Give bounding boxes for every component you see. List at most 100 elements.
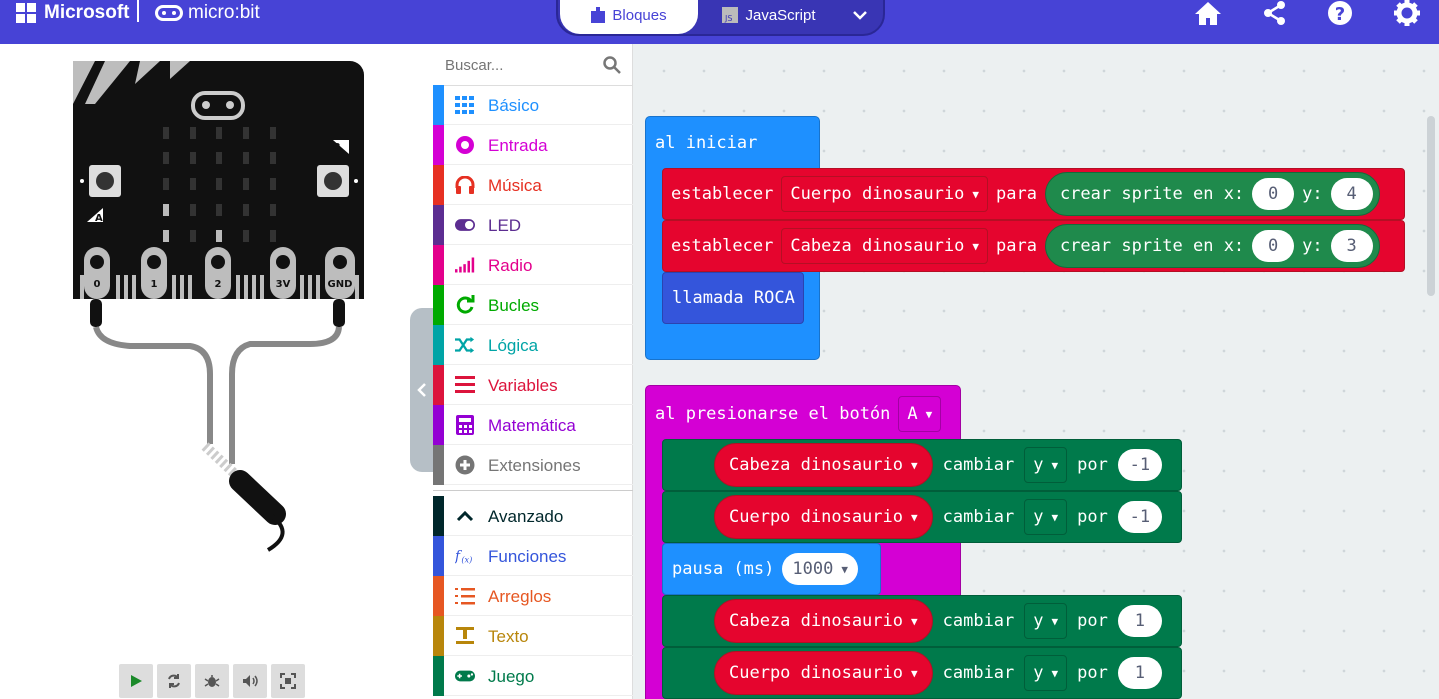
pause-value-dropdown[interactable]: 1000 ▼ xyxy=(782,553,858,585)
collapse-simulator-handle[interactable] xyxy=(410,308,434,472)
search-input[interactable] xyxy=(445,53,595,77)
change-sprite-block[interactable]: Cuerpo dinosaurio ▼ cambiar y ▼ por -1 xyxy=(662,491,1182,543)
sprite-variable[interactable]: Cabeza dinosaurio ▼ xyxy=(714,599,933,643)
change-value-input[interactable]: -1 xyxy=(1117,449,1162,481)
share-button[interactable] xyxy=(1258,0,1292,26)
set-sprite-block[interactable]: establecer Cuerpo dinosaurio ▼ para crear… xyxy=(662,168,1405,220)
caret-down-icon: ▼ xyxy=(911,666,918,680)
property-name: y xyxy=(1033,507,1044,527)
x-value-input[interactable]: 0 xyxy=(1252,178,1295,210)
x-value-input[interactable]: 0 xyxy=(1252,230,1295,262)
category-extensiones[interactable]: Extensiones xyxy=(433,445,633,485)
workspace-scrollbar[interactable] xyxy=(1427,116,1435,296)
create-sprite-label: crear sprite en x: xyxy=(1059,236,1245,256)
fullscreen-button[interactable] xyxy=(271,664,305,698)
grid-icon xyxy=(455,96,475,114)
create-sprite-block[interactable]: crear sprite en x: 0 y: 4 xyxy=(1044,172,1380,216)
tab-javascript[interactable]: JS JavaScript xyxy=(704,0,834,34)
help-button[interactable]: ? xyxy=(1323,0,1357,26)
category-texto[interactable]: Texto xyxy=(433,616,633,656)
category-label: Radio xyxy=(488,256,533,275)
change-sprite-block[interactable]: Cabeza dinosaurio ▼ cambiar y ▼ por 1 xyxy=(662,595,1182,647)
target-icon xyxy=(455,136,475,154)
button-dropdown[interactable]: A ▼ xyxy=(898,396,942,432)
category-musica[interactable]: Música xyxy=(433,165,633,205)
property-dropdown[interactable]: y ▼ xyxy=(1024,603,1068,639)
category-matematica[interactable]: Matemática xyxy=(433,405,633,445)
help-icon: ? xyxy=(1328,1,1352,25)
svg-text:A: A xyxy=(95,213,103,224)
microbit-label: micro:bit xyxy=(188,2,260,23)
change-value-input[interactable]: -1 xyxy=(1117,501,1162,533)
y-value-input[interactable]: 4 xyxy=(1330,178,1373,210)
change-value-input[interactable]: 1 xyxy=(1117,657,1162,689)
change-keyword: cambiar xyxy=(942,507,1015,527)
numbered-list-icon xyxy=(455,587,475,605)
pin-label-2: 2 xyxy=(215,279,222,290)
settings-button[interactable] xyxy=(1390,0,1424,26)
caret-down-icon: ▼ xyxy=(972,239,979,253)
category-juego[interactable]: Juego xyxy=(433,656,633,696)
pin-label-1: 1 xyxy=(151,279,158,290)
microbit-board[interactable]: A B 0 1 2 3V GND xyxy=(0,44,433,564)
pause-block[interactable]: pausa (ms) 1000 ▼ xyxy=(662,543,881,595)
property-dropdown[interactable]: y ▼ xyxy=(1024,499,1068,535)
category-arreglos[interactable]: Arreglos xyxy=(433,576,633,616)
category-label: Arreglos xyxy=(488,587,552,606)
property-dropdown[interactable]: y ▼ xyxy=(1024,447,1068,483)
category-basico[interactable]: Básico xyxy=(433,85,633,125)
category-label: Avanzado xyxy=(488,507,564,526)
debug-button[interactable] xyxy=(195,664,229,698)
restart-button[interactable] xyxy=(157,664,191,698)
sprite-variable[interactable]: Cuerpo dinosaurio ▼ xyxy=(714,495,933,539)
play-button[interactable] xyxy=(119,664,153,698)
microbit-logo-icon xyxy=(155,5,183,21)
call-function-block[interactable]: llamada ROCA xyxy=(662,272,804,324)
category-bucles[interactable]: Bucles xyxy=(433,285,633,325)
signal-bars-icon xyxy=(455,256,475,274)
search-icon[interactable] xyxy=(603,56,621,74)
change-value-input[interactable]: 1 xyxy=(1117,605,1162,637)
category-label: Básico xyxy=(488,96,540,115)
set-sprite-block[interactable]: establecer Cabeza dinosaurio ▼ para crear… xyxy=(662,220,1405,272)
y-value-input[interactable]: 3 xyxy=(1330,230,1373,262)
variable-dropdown[interactable]: Cuerpo dinosaurio ▼ xyxy=(781,176,988,212)
change-sprite-block[interactable]: Cabeza dinosaurio ▼ cambiar y ▼ por -1 xyxy=(662,439,1182,491)
shuffle-icon xyxy=(455,336,475,354)
divider xyxy=(137,0,139,22)
sound-icon xyxy=(243,675,258,687)
sprite-variable[interactable]: Cabeza dinosaurio ▼ xyxy=(714,443,933,487)
change-sprite-block[interactable]: Cuerpo dinosaurio ▼ cambiar y ▼ por 1 xyxy=(662,647,1182,699)
category-funciones[interactable]: f (x) Funciones xyxy=(433,536,633,576)
tab-blocks[interactable]: Bloques xyxy=(560,0,698,34)
svg-text:B: B xyxy=(333,142,341,153)
category-led[interactable]: LED xyxy=(433,205,633,245)
create-sprite-block[interactable]: crear sprite en x: 0 y: 3 xyxy=(1044,224,1380,268)
category-radio[interactable]: Radio xyxy=(433,245,633,285)
button-name: A xyxy=(907,404,918,424)
category-avanzado[interactable]: Avanzado xyxy=(433,496,633,536)
editor-toggle: Bloques JS JavaScript xyxy=(556,0,885,36)
category-variables[interactable]: Variables xyxy=(433,365,633,405)
caret-down-icon: ▼ xyxy=(841,562,848,576)
on-button-hat-text: al presionarse el botón xyxy=(655,404,891,424)
blocks-workspace[interactable]: al iniciar establecer Cuerpo dinosaurio ▼… xyxy=(633,44,1439,699)
category-label: Juego xyxy=(488,667,535,686)
property-dropdown[interactable]: y ▼ xyxy=(1024,655,1068,691)
microbit-logo[interactable]: micro:bit xyxy=(155,0,260,26)
variable-dropdown[interactable]: Cabeza dinosaurio ▼ xyxy=(781,228,988,264)
on-button-header: al presionarse el botón A ▼ xyxy=(655,396,942,432)
js-icon: JS xyxy=(722,7,739,23)
microsoft-logo[interactable]: Microsoft xyxy=(16,0,130,26)
por-keyword: por xyxy=(1077,611,1108,631)
category-logica[interactable]: Lógica xyxy=(433,325,633,365)
function-icon: f (x) xyxy=(455,547,475,565)
sprite-variable[interactable]: Cuerpo dinosaurio ▼ xyxy=(714,651,933,695)
sound-button[interactable] xyxy=(233,664,267,698)
search-box xyxy=(433,44,633,86)
headphones-icon xyxy=(455,176,475,194)
home-button[interactable] xyxy=(1191,0,1225,26)
editor-dropdown[interactable] xyxy=(840,0,880,34)
category-entrada[interactable]: Entrada xyxy=(433,125,633,165)
pause-value: 1000 xyxy=(792,559,834,579)
